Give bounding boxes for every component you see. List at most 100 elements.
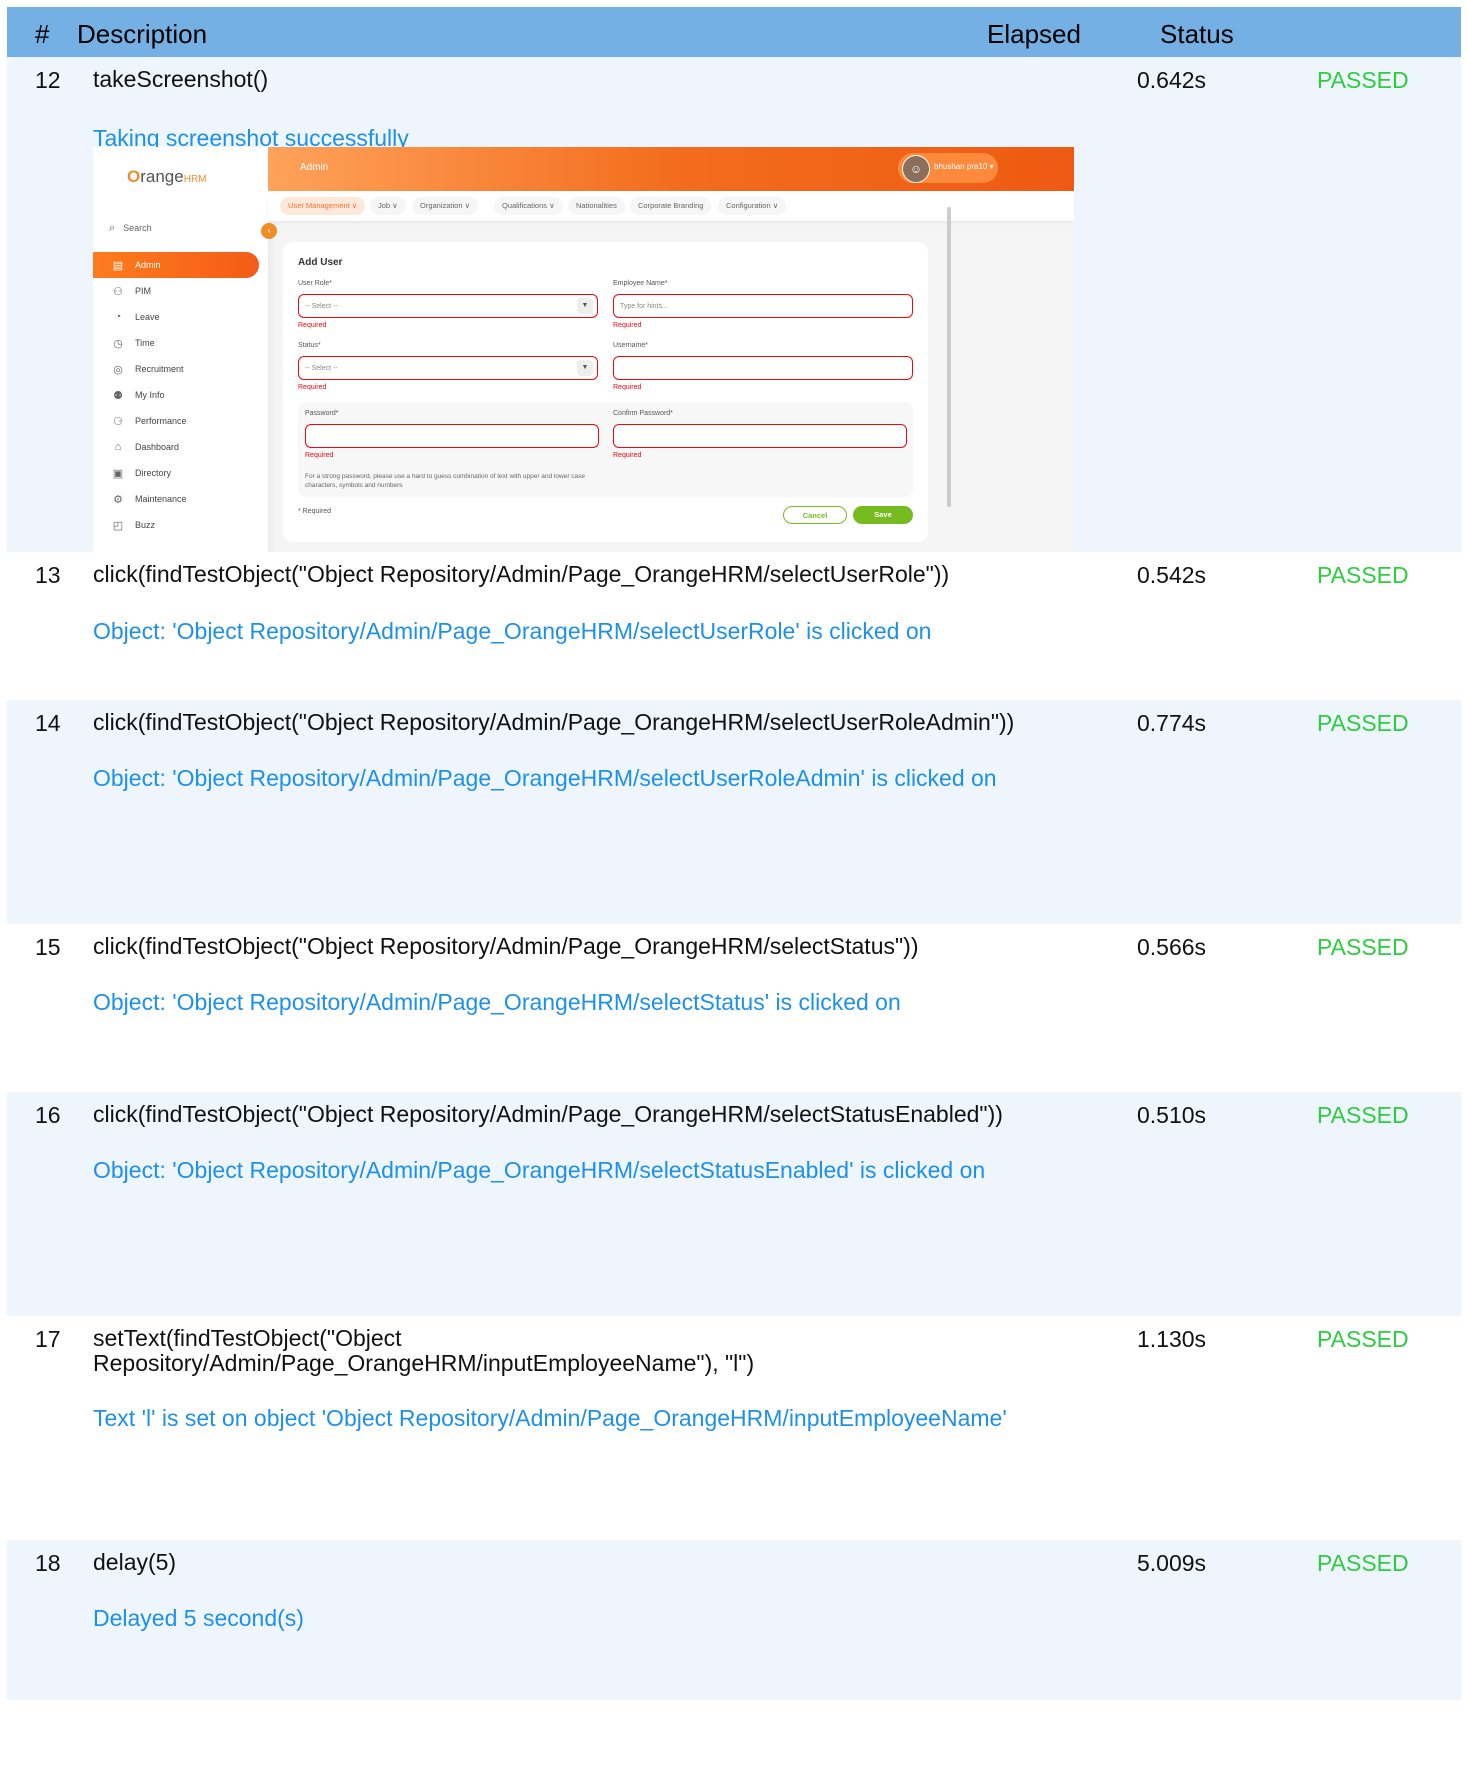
sidebar-item-buzz[interactable]: ◰ Buzz	[93, 512, 268, 538]
maintenance-icon: ⚙	[113, 493, 123, 506]
menu-tab-2[interactable]: Organization ∨	[412, 197, 479, 215]
scrollbar[interactable]	[947, 207, 951, 507]
sidebar-item-leave[interactable]: ◔ Leave	[93, 304, 268, 330]
step-row-17: 17 setText(findTestObject("Object Reposi…	[7, 1316, 1461, 1540]
report-header: # Description Elapsed Status	[7, 7, 1461, 57]
step-description: click(findTestObject("Object Repository/…	[93, 933, 919, 959]
avatar: ☺	[902, 155, 930, 183]
search-icon: ⌕	[109, 222, 116, 234]
sidebar-item-maintenance[interactable]: ⚙ Maintenance	[93, 486, 268, 512]
sidebar-nav: ▤ Admin ⚇ PIM ◔ Leave ◷ Time ◎ Recruitment ⚉ My Inf…	[93, 252, 268, 538]
step-status: PASSED	[1317, 710, 1409, 736]
username-input[interactable]	[613, 356, 913, 380]
menu-tab-3[interactable]: Qualifications ∨	[494, 197, 563, 215]
status-select[interactable]: -- Select -- ▼	[298, 356, 598, 380]
menu-tab-0[interactable]: User Management ∨	[280, 197, 366, 215]
password-required: Required	[305, 452, 334, 459]
step-message: Object: 'Object Repository/Admin/Page_Or…	[93, 989, 901, 1015]
sidebar-item-pim[interactable]: ⚇ PIM	[93, 278, 268, 304]
sidebar-item-recruitment[interactable]: ◎ Recruitment	[93, 356, 268, 382]
sidebar-item-label: Maintenance	[135, 494, 187, 504]
step-status: PASSED	[1317, 67, 1409, 93]
step-num: 16	[35, 1102, 61, 1128]
step-elapsed: 5.009s	[1137, 1550, 1207, 1576]
sidebar-item-admin[interactable]: ▤ Admin	[93, 252, 259, 278]
admin-menubar: User Management ∨ Job ∨ Organization ∨ Qual…	[268, 191, 1074, 221]
sidebar-item-label: Leave	[135, 312, 160, 322]
topbar: Admin ☺ bhushan pra10 ▾	[268, 147, 1074, 191]
orangehrm-logo: OrangeHRM	[127, 167, 207, 186]
time-icon: ◷	[113, 337, 123, 350]
add-user-card: Add User User Role* -- Select -- ▼ Requi…	[283, 242, 928, 542]
status-required: Required	[298, 384, 327, 391]
step-elapsed: 0.642s	[1137, 67, 1207, 93]
step-message: Text 'l' is set on object 'Object Reposi…	[93, 1405, 1007, 1431]
pim-icon: ⚇	[113, 285, 123, 298]
step-description: takeScreenshot()	[93, 66, 269, 92]
user-role-required: Required	[298, 322, 327, 329]
sidebar-item-time[interactable]: ◷ Time	[93, 330, 268, 356]
header-num: #	[35, 19, 50, 49]
confirm-password-label: Confirm Password*	[613, 410, 673, 417]
sidebar-item-label: Time	[135, 338, 155, 348]
caret-down-icon: ▼	[577, 298, 593, 314]
menu-tab-4[interactable]: Nationalities	[568, 197, 625, 215]
step-row-18: 18 delay(5) 5.009s PASSED Delayed 5 seco…	[7, 1540, 1461, 1700]
step-status: PASSED	[1317, 1550, 1409, 1576]
menu-tab-1[interactable]: Job ∨	[370, 197, 406, 215]
sidebar-search[interactable]: ⌕ Search	[109, 222, 152, 235]
step-message: Delayed 5 second(s)	[93, 1605, 304, 1631]
sidebar-item-directory[interactable]: ▣ Directory	[93, 460, 268, 486]
user-role-select[interactable]: -- Select -- ▼	[298, 294, 598, 318]
step-row-13: 13 click(findTestObject("Object Reposito…	[7, 552, 1461, 700]
step-description: setText(findTestObject("Object Repositor…	[93, 1325, 755, 1376]
step-description: click(findTestObject("Object Repository/…	[93, 709, 1015, 735]
confirm-password-input[interactable]	[613, 424, 907, 448]
admin-icon: ▤	[112, 259, 124, 272]
recruitment-icon: ◎	[113, 363, 123, 376]
dashboard-icon: ⌂	[114, 441, 122, 453]
step-message: Object: 'Object Repository/Admin/Page_Or…	[93, 618, 932, 644]
card-title: Add User	[298, 257, 343, 268]
topbar-title: Admin	[300, 162, 329, 173]
confirm-password-required: Required	[613, 452, 642, 459]
password-input[interactable]	[305, 424, 599, 448]
step-row-15: 15 click(findTestObject("Object Reposito…	[7, 924, 1461, 1092]
step-row-12: 12 takeScreenshot() 0.642s PASSED Taking…	[7, 57, 1461, 619]
employee-name-required: Required	[613, 322, 642, 329]
menu-tab-6[interactable]: Configuration ∨	[718, 197, 787, 215]
step-num: 13	[35, 562, 61, 588]
sidebar-item-label: Admin	[135, 260, 161, 270]
embedded-screenshot: OrangeHRM ⌕ Search ▤ Admin ⚇ PIM ◔ Leave ◷ Time ◎…	[93, 147, 1074, 619]
header-status: Status	[1160, 19, 1234, 49]
menu-tab-5[interactable]: Corporate Branding	[630, 197, 712, 215]
sidebar-item-my-info[interactable]: ⚉ My Info	[93, 382, 268, 408]
step-description: click(findTestObject("Object Repository/…	[93, 1101, 1003, 1127]
header-description: Description	[77, 19, 208, 49]
step-elapsed: 1.130s	[1137, 1326, 1207, 1352]
cancel-button[interactable]: Cancel	[783, 506, 847, 524]
status-label: Status*	[298, 342, 321, 349]
employee-name-label: Employee Name*	[613, 280, 668, 287]
step-row-16: 16 click(findTestObject("Object Reposito…	[7, 1092, 1461, 1316]
sidebar-item-performance[interactable]: ⚆ Performance	[93, 408, 268, 434]
step-num: 14	[35, 710, 61, 736]
step-num: 15	[35, 934, 61, 960]
save-button[interactable]: Save	[853, 506, 913, 524]
password-label: Password*	[305, 410, 339, 417]
user-name: bhushan pra10 ▾	[934, 162, 994, 171]
step-message: Object: 'Object Repository/Admin/Page_Or…	[93, 765, 997, 791]
caret-down-icon: ▼	[577, 360, 593, 376]
sidebar: OrangeHRM ⌕ Search ▤ Admin ⚇ PIM ◔ Leave ◷ Time ◎…	[93, 147, 268, 619]
collapse-sidebar-icon[interactable]: ‹	[261, 223, 277, 239]
step-elapsed: 0.510s	[1137, 1102, 1207, 1128]
user-dropdown[interactable]: ☺ bhushan pra10 ▾	[898, 153, 998, 183]
step-description: delay(5)	[93, 1549, 177, 1575]
employee-name-input[interactable]: Type for hints...	[613, 294, 913, 318]
user-role-label: User Role*	[298, 280, 332, 287]
step-status: PASSED	[1317, 1102, 1409, 1128]
header-elapsed: Elapsed	[987, 19, 1081, 49]
sidebar-item-dashboard[interactable]: ⌂ Dashboard	[93, 434, 268, 460]
leave-icon: ◔	[114, 311, 122, 323]
step-row-14: 14 click(findTestObject("Object Reposito…	[7, 700, 1461, 924]
